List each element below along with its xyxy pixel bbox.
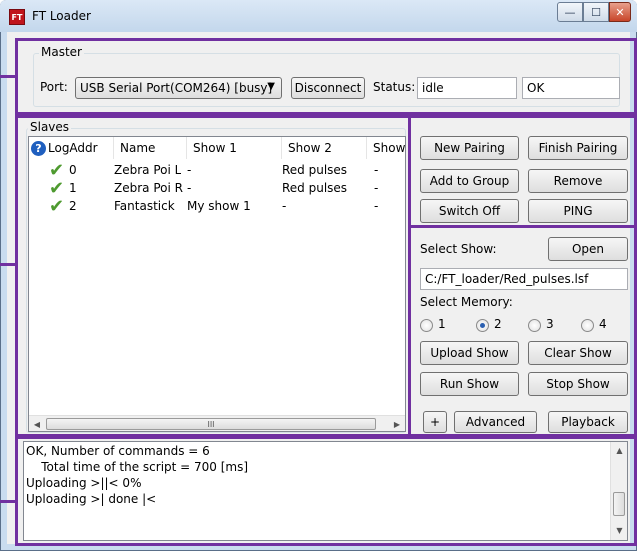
advanced-button[interactable]: Advanced (454, 411, 537, 433)
select-memory-label: Select Memory: (420, 295, 513, 309)
remove-button[interactable]: Remove (528, 169, 628, 193)
log-textarea[interactable]: OK, Number of commands = 6 Total time of… (23, 441, 628, 541)
row-logaddr: 1 (69, 181, 77, 195)
scroll-right-icon[interactable]: ▶ (389, 416, 405, 431)
show-panel: Select Show: Open C:/FT_loader/Red_pulse… (408, 225, 637, 437)
scroll-grip: III (207, 419, 215, 429)
port-value: USB Serial Port(COM264) [busy] (80, 81, 273, 95)
maximize-icon: ☐ (591, 5, 601, 19)
master-panel: Master Port: USB Serial Port(COM264) [bu… (15, 38, 637, 115)
row-logaddr: 0 (69, 163, 77, 177)
column-header-logaddr[interactable]: ? LogAddr (29, 137, 114, 159)
memory-radio-3[interactable] (528, 319, 541, 332)
column-label: Name (120, 141, 156, 155)
master-legend: Master (39, 45, 84, 59)
memory-radio-label: 2 (494, 317, 502, 331)
add-button[interactable]: + (423, 411, 447, 433)
minimize-icon: — (564, 5, 576, 19)
memory-radio-1[interactable] (420, 319, 433, 332)
row-name: Zebra Poi R (114, 181, 183, 195)
upload-show-button[interactable]: Upload Show (420, 341, 519, 365)
check-icon: ✔ (49, 197, 65, 215)
column-label: Show 2 (288, 141, 332, 155)
row-show2: Red pulses (282, 163, 348, 177)
disconnect-button[interactable]: Disconnect (291, 77, 365, 99)
column-header-show1[interactable]: Show 1 (187, 137, 282, 159)
row-show1: My show 1 (187, 199, 251, 213)
log-line: Uploading >||< 0% (26, 476, 142, 490)
row-show2: Red pulses (282, 181, 348, 195)
row-show1: - (187, 163, 192, 177)
maximize-button[interactable]: ☐ (583, 2, 609, 22)
row-show1: - (187, 181, 192, 195)
memory-radio-4[interactable] (581, 319, 594, 332)
status-label: Status: (373, 80, 416, 94)
column-label: Show (373, 141, 406, 155)
column-header-show3[interactable]: Show (367, 137, 406, 159)
row-show2: - (282, 199, 287, 213)
check-icon: ✔ (49, 179, 65, 197)
app-icon: FT (9, 9, 25, 25)
memory-radio-label: 4 (599, 317, 607, 331)
log-line: Total time of the script = 700 [ms] (26, 460, 249, 474)
scroll-down-icon[interactable]: ▼ (611, 522, 628, 538)
row-show3: - (374, 199, 379, 213)
title-bar[interactable]: FT FT Loader — ☐ ✕ (0, 0, 637, 32)
slaves-panel: Slaves ? LogAddr Name Show 1 Show 2 Show… (15, 115, 411, 437)
open-button[interactable]: Open (548, 237, 628, 261)
scroll-thumb[interactable] (613, 492, 625, 516)
row-logaddr: 2 (69, 199, 77, 213)
close-button[interactable]: ✕ (609, 2, 631, 22)
row-show3: - (374, 163, 379, 177)
new-pairing-button[interactable]: New Pairing (420, 136, 519, 160)
close-icon: ✕ (615, 5, 625, 19)
row-show3: - (374, 181, 379, 195)
memory-radio-label: 3 (546, 317, 554, 331)
ping-button[interactable]: PING (528, 199, 628, 223)
log-line: Uploading >| done |< (26, 492, 157, 506)
show-file-path-field[interactable]: C:/FT_loader/Red_pulses.lsf (420, 268, 628, 290)
log-line: OK, Number of commands = 6 (26, 444, 210, 458)
scroll-left-icon[interactable]: ◀ (29, 416, 45, 431)
callout-line (0, 263, 15, 266)
slaves-list[interactable]: ? LogAddr Name Show 1 Show 2 Show ✔ 0 Ze… (28, 136, 406, 432)
clear-show-button[interactable]: Clear Show (528, 341, 628, 365)
table-row[interactable]: ✔ 2 Fantastick My show 1 - - (29, 197, 405, 215)
table-row[interactable]: ✔ 0 Zebra Poi L - Red pulses - (29, 161, 405, 179)
add-to-group-button[interactable]: Add to Group (420, 169, 519, 193)
playback-button[interactable]: Playback (548, 411, 628, 433)
callout-line (0, 75, 15, 78)
minimize-button[interactable]: — (557, 2, 583, 22)
vertical-scrollbar[interactable]: ▲ ▼ (610, 442, 627, 540)
chevron-down-icon: ▼ (267, 81, 275, 92)
scroll-up-icon[interactable]: ▲ (611, 442, 628, 458)
horizontal-scrollbar[interactable]: ◀ III ▶ (29, 415, 405, 431)
callout-line (0, 500, 15, 503)
table-row[interactable]: ✔ 1 Zebra Poi R - Red pulses - (29, 179, 405, 197)
check-icon: ✔ (49, 161, 65, 179)
column-label: LogAddr (48, 141, 98, 155)
slaves-legend: Slaves (28, 120, 72, 134)
window-title: FT Loader (32, 9, 91, 23)
port-label: Port: (40, 80, 68, 94)
finish-pairing-button[interactable]: Finish Pairing (528, 136, 628, 160)
log-panel: OK, Number of commands = 6 Total time of… (15, 436, 637, 546)
row-name: Fantastick (114, 199, 175, 213)
port-select[interactable]: USB Serial Port(COM264) [busy] ▼ (75, 77, 282, 99)
switch-off-button[interactable]: Switch Off (420, 199, 519, 223)
status-field: idle (417, 77, 517, 99)
memory-radio-label: 1 (438, 317, 446, 331)
column-label: Show 1 (193, 141, 237, 155)
status-result-field: OK (522, 77, 620, 99)
help-icon[interactable]: ? (31, 140, 46, 156)
stop-show-button[interactable]: Stop Show (528, 372, 628, 396)
run-show-button[interactable]: Run Show (420, 372, 519, 396)
memory-radio-2[interactable] (476, 319, 489, 332)
pairing-panel: New Pairing Finish Pairing Add to Group … (408, 115, 637, 228)
column-header-name[interactable]: Name (114, 137, 187, 159)
scroll-thumb[interactable]: III (46, 418, 376, 430)
select-show-label: Select Show: (420, 242, 497, 256)
column-header-show2[interactable]: Show 2 (282, 137, 367, 159)
row-name: Zebra Poi L (114, 163, 182, 177)
